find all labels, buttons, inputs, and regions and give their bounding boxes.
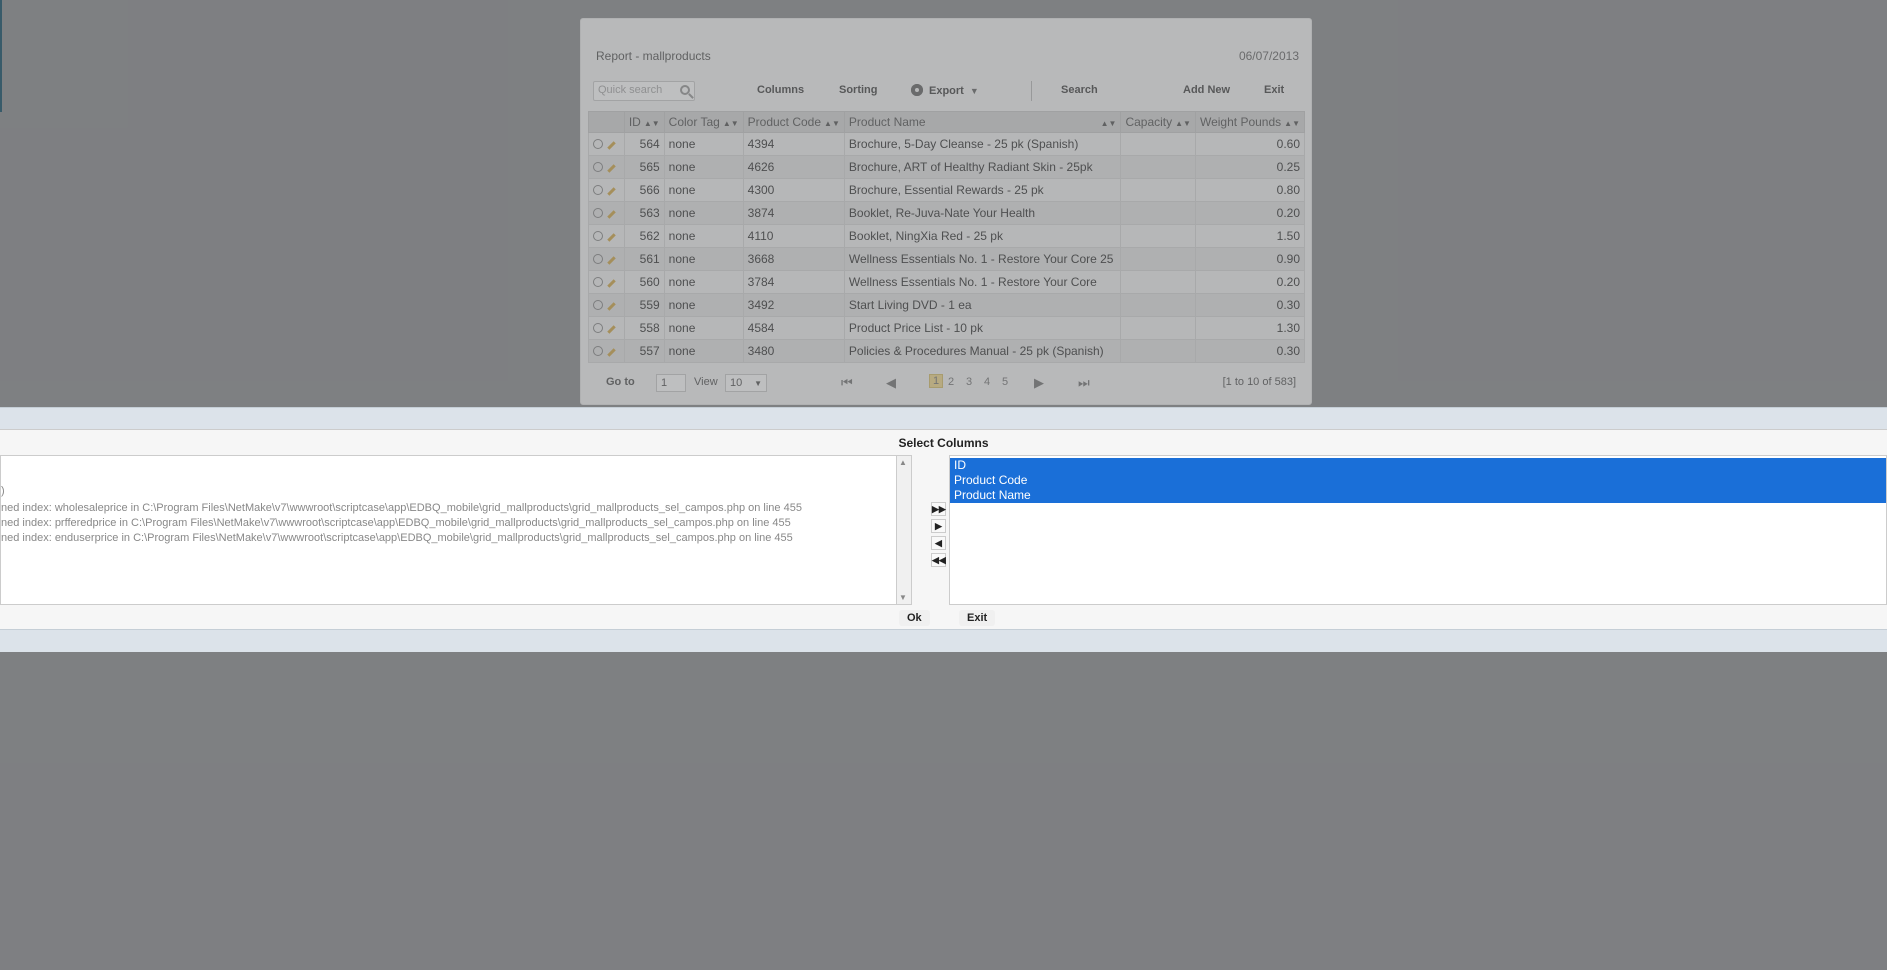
scroll-down-icon[interactable]: ▼ (899, 593, 907, 602)
selected-column-id[interactable]: ID (950, 458, 1886, 473)
move-right-button[interactable]: ▶ (931, 519, 946, 533)
dialog-top-strip (0, 407, 1887, 430)
selected-columns-list[interactable]: ID Product Code Product Name (949, 455, 1887, 605)
move-buttons: ▶▶ ▶ ◀ ◀◀ (931, 502, 946, 570)
php-warning-line: ned index: wholesaleprice in C:\Program … (1, 502, 802, 514)
ok-button[interactable]: Ok (899, 610, 930, 626)
move-all-left-button[interactable]: ◀◀ (931, 553, 946, 567)
selected-column-product-code[interactable]: Product Code (950, 473, 1886, 488)
list-item[interactable]: ) (1, 485, 5, 497)
dialog-title: Select Columns (898, 436, 989, 450)
scroll-up-icon[interactable]: ▲ (899, 458, 907, 467)
available-columns-list[interactable]: ) ned index: wholesaleprice in C:\Progra… (0, 455, 912, 605)
php-warning-line: ned index: prfferedprice in C:\Program F… (1, 517, 791, 529)
move-all-right-button[interactable]: ▶▶ (931, 502, 946, 516)
select-columns-dialog: Select Columns ) ned index: wholesalepri… (0, 429, 1887, 630)
selected-column-product-name[interactable]: Product Name (950, 488, 1886, 503)
move-left-button[interactable]: ◀ (931, 536, 946, 550)
dialog-bottom-strip (0, 629, 1887, 652)
dialog-buttons: Ok Exit (0, 609, 1887, 629)
php-warning-line: ned index: enduserprice in C:\Program Fi… (1, 532, 793, 544)
dialog-exit-button[interactable]: Exit (959, 610, 996, 626)
list-scrollbar[interactable]: ▲ ▼ (896, 456, 911, 604)
